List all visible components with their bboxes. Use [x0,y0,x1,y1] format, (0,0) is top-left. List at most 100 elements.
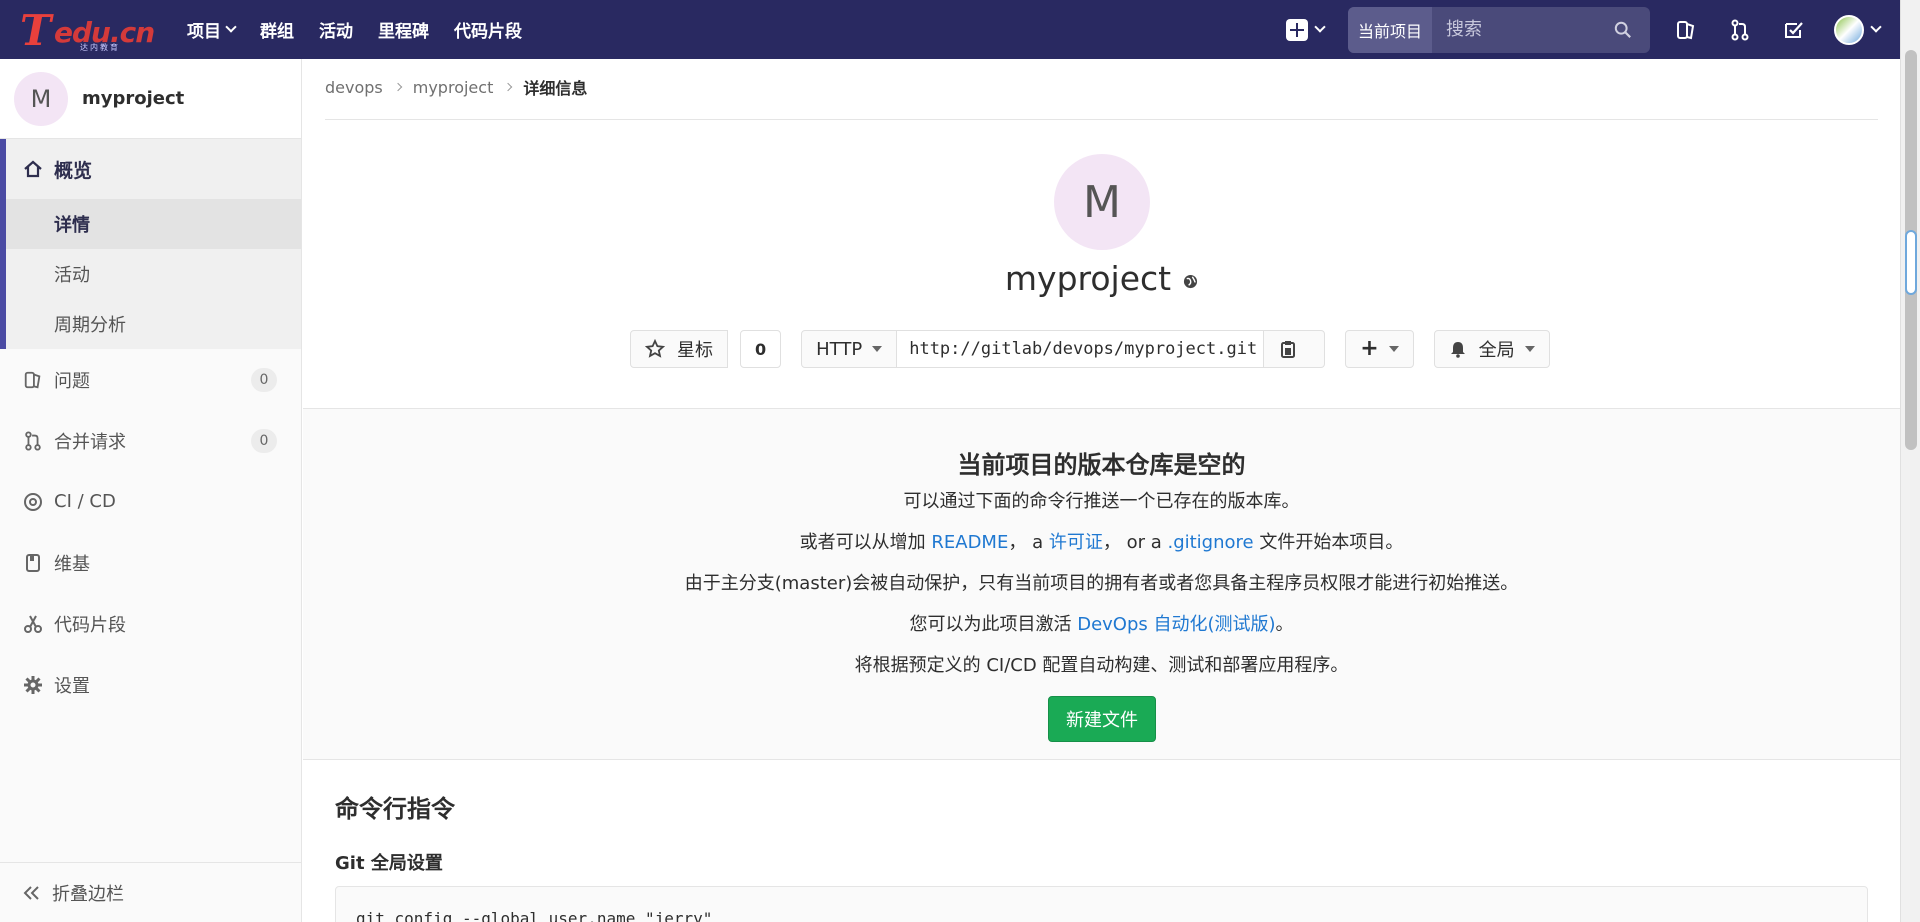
project-sidebar: M myproject 概览 详情 活动 周期分析 问题 0 合并请求 0 CI… [0,59,302,922]
page-scrollbar[interactable] [1900,0,1920,922]
empty-repo-line1: 可以通过下面的命令行推送一个已存在的版本库。 [903,491,1300,512]
clone-protocol-dropdown[interactable]: HTTP [801,330,898,368]
empty-repo-title: 当前项目的版本仓库是空的 [957,451,1246,479]
merge-request-icon [22,430,44,452]
star-button[interactable]: 星标 [630,330,728,368]
sidebar-item-label: 设置 [54,675,90,697]
rocket-icon [22,491,44,513]
search-scope-badge[interactable]: 当前项目 [1348,6,1433,53]
breadcrumb-divider [325,119,1878,120]
search-box: 当前项目 [1348,6,1650,53]
issues-icon [22,369,44,391]
license-link[interactable]: 许可证 [1049,532,1103,553]
sidebar-item-snippets[interactable]: 代码片段 [0,593,301,654]
project-actions: 星标 0 HTTP http://gitlab/devops/myproject… [630,330,1550,368]
clone-url-group: HTTP http://gitlab/devops/myproject.git [801,330,1326,368]
empty-repo-panel: 当前项目的版本仓库是空的 可以通过下面的命令行推送一个已存在的版本库。 或者可以… [303,408,1900,760]
sidebar-group-overview: 概览 详情 活动 周期分析 [0,139,301,349]
issues-icon[interactable] [1672,16,1700,44]
git-global-setup-title: Git 全局设置 [335,853,443,874]
sidebar-item-label: 概览 [54,159,93,182]
breadcrumb-project[interactable]: myproject [413,78,494,97]
line2-a: ， a [1008,532,1044,553]
project-avatar: M [14,71,68,126]
sidebar-subitem-activity[interactable]: 活动 [6,249,301,299]
readme-link[interactable]: README [931,532,1008,553]
clone-protocol-label: HTTP [816,338,863,360]
add-dropdown-button[interactable]: + [1345,330,1414,368]
nav-activity[interactable]: 活动 [319,17,353,42]
caret-down-icon [872,346,883,352]
search-icon[interactable] [1614,21,1632,39]
caret-down-icon [1388,346,1399,352]
breadcrumb-group[interactable]: devops [325,78,383,97]
sidebar-subitem-cycle-analytics[interactable]: 周期分析 [6,299,301,349]
tedu-logo[interactable]: T edu.cn 达内教育 [20,6,170,55]
sidebar-item-wiki[interactable]: 维基 [0,532,301,593]
notification-dropdown[interactable]: 全局 [1433,330,1550,368]
top-navbar: T edu.cn 达内教育 项目 群组 活动 里程碑 代码片段 当前项目 [0,0,1900,59]
auto-devops-link[interactable]: DevOps 自动化(测试版) [1077,614,1275,635]
empty-repo-line3: 由于主分支(master)会被自动保护，只有当前项目的拥有者或者您具备主程序员权… [684,573,1519,594]
book-icon [22,552,44,574]
line2-prefix: 或者可以从增加 [799,532,926,553]
sidebar-item-label: 维基 [54,553,90,575]
home-icon [22,158,44,180]
project-title-text: myproject [1004,259,1172,298]
cli-instructions-title: 命令行指令 [335,795,455,823]
collapse-sidebar-button[interactable]: 折叠边栏 [0,862,302,922]
sidebar-item-cicd[interactable]: CI / CD [0,471,301,532]
nav-projects-label: 项目 [187,22,221,42]
plus-icon: + [1360,336,1379,361]
sidebar-item-label: 代码片段 [54,614,126,636]
nav-snippets[interactable]: 代码片段 [454,17,522,42]
empty-repo-line5: 将根据预定义的 CI/CD 配置自动构建、测试和部署应用程序。 [854,655,1349,676]
nav-groups[interactable]: 群组 [260,17,294,42]
empty-repo-line4: 您可以为此项目激活 DevOps 自动化(测试版)。 [303,610,1900,636]
sidebar-subitem-details[interactable]: 详情 [6,199,301,249]
breadcrumb-chevron-icon [504,82,513,92]
sidebar-item-overview[interactable]: 概览 [6,139,301,199]
code-block: git config --global user.name "jerry" [335,886,1868,922]
empty-repo-line2: 或者可以从增加 README， a 许可证， or a .gitignore 文… [303,528,1900,554]
user-avatar [1834,14,1864,45]
sidebar-item-issues[interactable]: 问题 0 [0,349,301,410]
nav-links: 项目 群组 活动 里程碑 代码片段 [187,17,547,42]
new-dropdown-button[interactable] [1286,18,1326,41]
breadcrumb-current[interactable]: 详细信息 [523,75,587,99]
clone-url-input[interactable]: http://gitlab/devops/myproject.git [897,330,1264,368]
issues-count-badge: 0 [251,368,277,392]
bell-icon [1450,342,1465,358]
breadcrumb-chevron-icon [393,82,402,92]
nav-milestones[interactable]: 里程碑 [378,17,429,42]
sidebar-item-settings[interactable]: 设置 [0,654,301,715]
double-chevron-left-icon [22,885,42,901]
sidebar-project-header[interactable]: M myproject [0,59,301,139]
chevron-down-icon [225,21,237,33]
scissors-icon [22,613,44,635]
collapse-sidebar-label: 折叠边栏 [52,883,124,905]
breadcrumb: devops myproject 详细信息 [325,75,587,99]
notification-label: 全局 [1478,340,1515,361]
globe-icon [1184,274,1198,289]
sidebar-item-label: CI / CD [54,491,116,512]
copy-url-button[interactable] [1263,330,1326,368]
line2-suffix: 文件开始本项目。 [1259,532,1404,553]
sidebar-project-name: myproject [82,88,185,109]
merge-request-icon[interactable] [1726,16,1754,44]
project-hero-avatar: M [1054,154,1150,250]
logo-letter: T [20,5,52,55]
nav-projects-dropdown[interactable]: 项目 [187,17,237,42]
new-file-button[interactable]: 新建文件 [1048,696,1156,742]
project-title: myproject [303,259,1900,298]
search-input[interactable] [1444,18,1605,41]
todo-check-icon[interactable] [1780,16,1808,44]
star-count[interactable]: 0 [740,330,782,368]
user-menu-dropdown[interactable] [1834,14,1882,45]
sidebar-item-merge-requests[interactable]: 合并请求 0 [0,410,301,471]
star-label: 星标 [677,340,713,361]
line4-suffix: 。 [1275,614,1294,635]
gitignore-link[interactable]: .gitignore [1167,532,1253,553]
sidebar-item-label: 合并请求 [54,431,126,453]
caret-down-icon [1524,346,1535,352]
